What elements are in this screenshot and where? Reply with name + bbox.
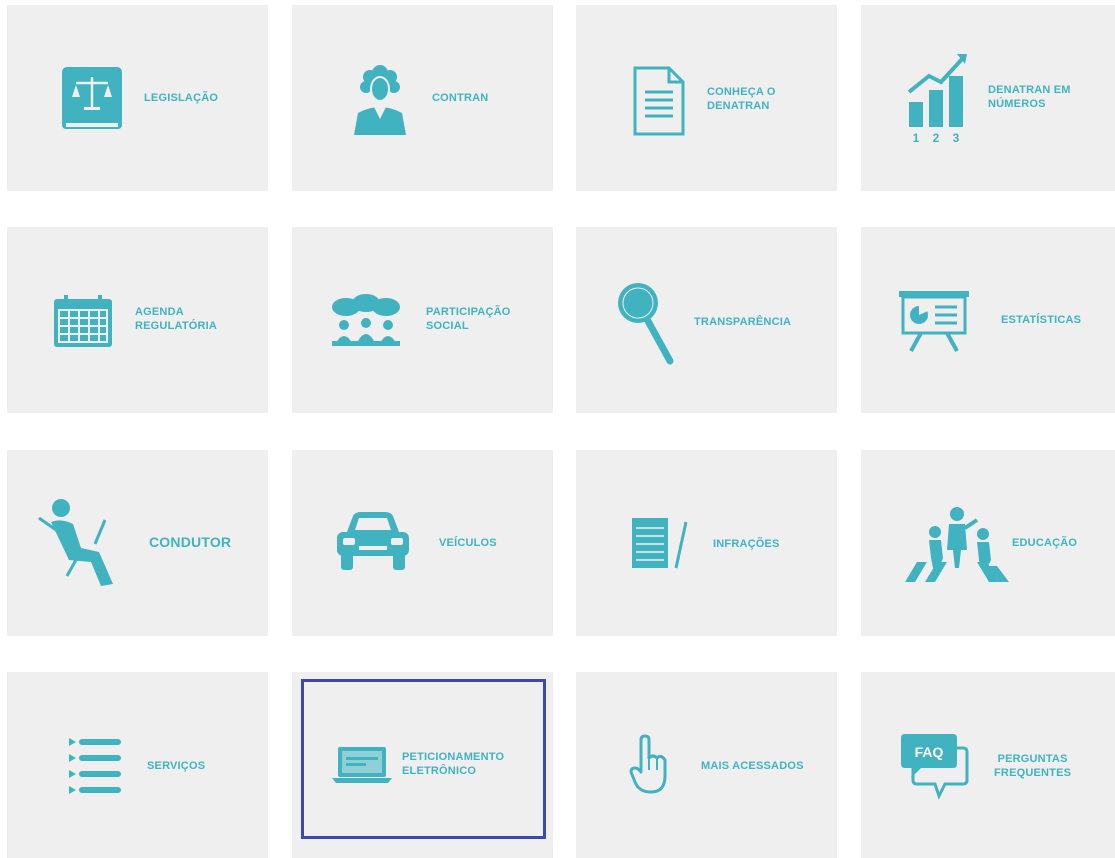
law-book-icon bbox=[62, 67, 124, 133]
laptop-icon bbox=[332, 747, 392, 783]
notepad-icon bbox=[632, 516, 692, 570]
tile-participacao-social[interactable]: PARTICIPAÇÃO SOCIAL bbox=[292, 227, 553, 413]
tile-perguntas-frequentes[interactable]: FAQ PERGUNTAS FREQUENTES bbox=[861, 672, 1115, 858]
document-icon bbox=[633, 66, 685, 136]
tile-infracoes[interactable]: INFRAÇÕES bbox=[576, 450, 837, 636]
faq-bubble-icon: FAQ bbox=[901, 734, 969, 800]
calendar-icon bbox=[54, 295, 112, 347]
tile-transparencia[interactable]: TRANSPARÊNCIA bbox=[576, 227, 837, 413]
tile-label: CONDUTOR bbox=[149, 534, 232, 550]
tile-educacao[interactable]: EDUCAÇÃO bbox=[861, 450, 1115, 636]
tile-label: CONHEÇA O DENATRAN bbox=[707, 86, 776, 112]
tile-condutor[interactable]: CONDUTOR bbox=[7, 450, 268, 636]
tile-label: INFRAÇÕES bbox=[713, 538, 780, 550]
magnifier-icon bbox=[616, 281, 674, 365]
tile-label: LEGISLAÇÃO bbox=[144, 92, 219, 104]
tile-veiculos[interactable]: VEÍCULOS bbox=[292, 450, 553, 636]
presentation-board-icon bbox=[899, 291, 969, 353]
tile-label: SERVIÇOS bbox=[147, 760, 206, 772]
chart-digit-2: 2 bbox=[933, 131, 940, 145]
tile-mais-acessados[interactable]: MAIS ACESSADOS bbox=[576, 672, 837, 858]
tile-estatisticas[interactable]: ESTATÍSTICAS bbox=[861, 227, 1115, 413]
tile-agenda-regulatoria[interactable]: AGENDA REGULATÓRIA bbox=[7, 227, 268, 413]
tile-label: VEÍCULOS bbox=[439, 537, 497, 549]
tile-legislacao[interactable]: LEGISLAÇÃO bbox=[7, 5, 268, 191]
tile-label: ESTATÍSTICAS bbox=[1001, 314, 1082, 326]
tile-servicos[interactable]: SERVIÇOS bbox=[7, 672, 268, 858]
tile-label: MAIS ACESSADOS bbox=[701, 760, 804, 772]
tile-peticionamento-eletronico[interactable]: PETICIONAMENTO ELETRÔNICO bbox=[292, 672, 553, 858]
tile-label: PETICIONAMENTO ELETRÔNICO bbox=[402, 751, 505, 777]
services-grid: LEGISLAÇÃO CONTRAN CONHEÇA O DENATRAN 1 … bbox=[0, 0, 1115, 858]
tile-conheca-o-denatran[interactable]: CONHEÇA O DENATRAN bbox=[576, 5, 837, 191]
car-icon bbox=[335, 510, 411, 572]
tile-contran[interactable]: CONTRAN bbox=[292, 5, 553, 191]
pointing-hand-icon bbox=[629, 734, 669, 796]
chart-digit-1: 1 bbox=[913, 131, 920, 145]
chart-digit-3: 3 bbox=[953, 131, 960, 145]
tile-label: TRANSPARÊNCIA bbox=[694, 316, 792, 328]
tile-label: DENATRAN EM NÚMEROS bbox=[988, 84, 1071, 110]
growth-chart-icon: 1 2 3 bbox=[907, 52, 969, 145]
tile-label: AGENDA REGULATÓRIA bbox=[135, 306, 218, 332]
faq-icon-text: FAQ bbox=[915, 744, 944, 760]
judge-icon bbox=[352, 63, 408, 135]
group-discussion-icon bbox=[330, 294, 402, 347]
crosswalk-icon bbox=[903, 506, 1011, 582]
tile-label: EDUCAÇÃO bbox=[1012, 537, 1078, 549]
tile-label: PARTICIPAÇÃO SOCIAL bbox=[426, 306, 511, 332]
tile-label: CONTRAN bbox=[432, 92, 489, 104]
tile-label: PERGUNTAS FREQUENTES bbox=[994, 753, 1072, 779]
driver-icon bbox=[37, 498, 117, 588]
tile-denatran-em-numeros[interactable]: 1 2 3 DENATRAN EM NÚMEROS bbox=[861, 5, 1115, 191]
list-icon bbox=[69, 738, 121, 798]
